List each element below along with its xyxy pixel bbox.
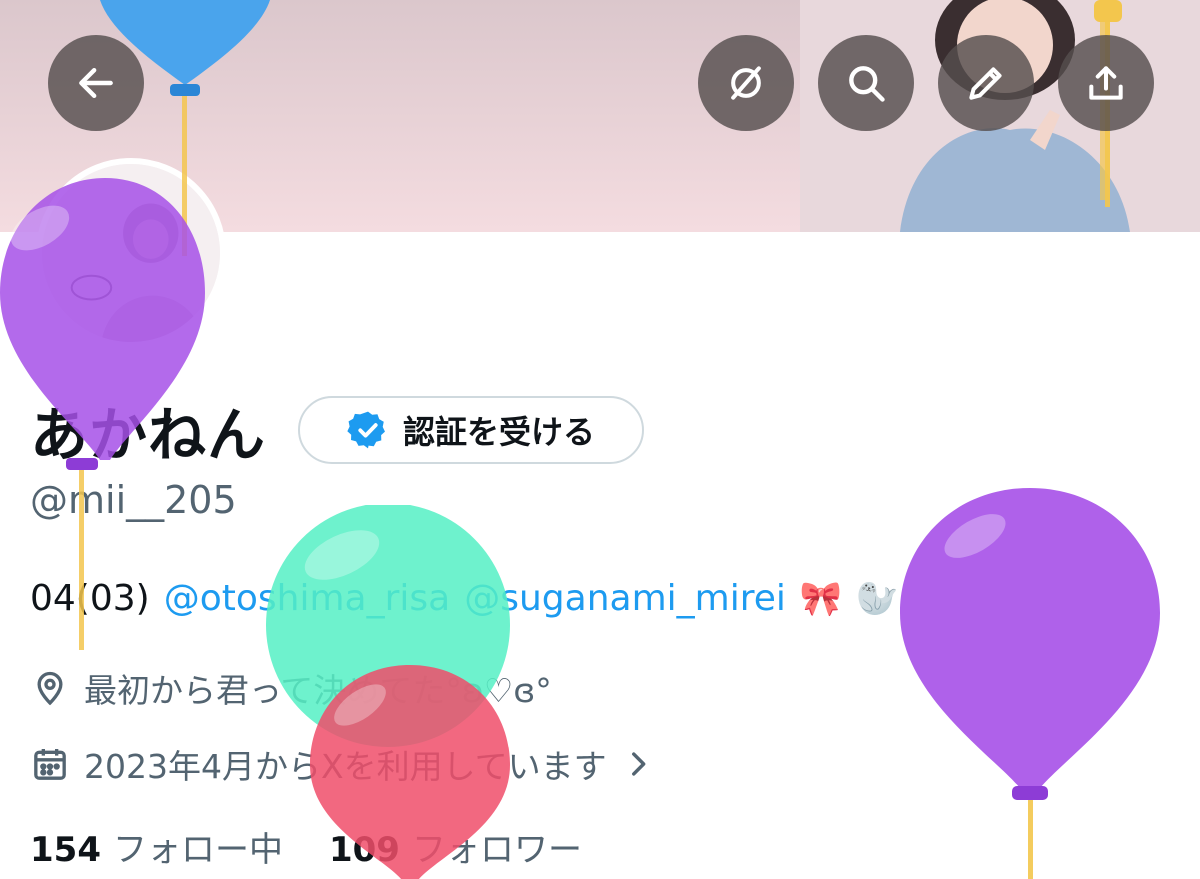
search-button[interactable] xyxy=(818,35,914,131)
share-upload-icon xyxy=(1089,66,1123,100)
green-balloon xyxy=(266,505,510,747)
search-icon xyxy=(849,66,885,102)
calendar-icon xyxy=(34,749,66,780)
location-row: 最初から君って決めてた°ʚ♡ɞ° xyxy=(30,664,552,712)
mention-link-1[interactable]: @otoshima_risa xyxy=(164,578,451,619)
purple-balloon-right xyxy=(900,488,1160,879)
get-verified-label: 認証を受ける xyxy=(402,413,595,451)
profile-bio: 04(03) @otoshima_risa @suganami_mirei 🎀 … xyxy=(30,578,899,619)
user-handle: @mii__205 xyxy=(30,478,237,522)
joined-row[interactable]: 2023年4月からXを利用しています xyxy=(30,740,655,788)
ribbon-emoji: 🎀 xyxy=(799,578,843,619)
follow-stats: 154 フォロー中 109 フォロワー xyxy=(30,822,582,871)
back-button[interactable] xyxy=(48,35,144,131)
avatar-image xyxy=(42,164,220,342)
display-name: あかねん xyxy=(30,401,267,469)
arrow-left-icon xyxy=(79,67,113,99)
joined-text: 2023年4月からXを利用しています xyxy=(84,747,607,786)
location-pin-icon xyxy=(37,671,63,706)
followers-label[interactable]: フォロワー xyxy=(412,822,582,871)
pencil-icon xyxy=(969,67,1002,100)
edit-button[interactable] xyxy=(938,35,1034,131)
share-button[interactable] xyxy=(1058,35,1154,131)
seal-emoji: 🦭 xyxy=(856,578,899,619)
location-text: 最初から君って決めてた°ʚ♡ɞ° xyxy=(84,671,552,710)
following-count[interactable]: 154 xyxy=(30,830,101,870)
circle-slash-icon xyxy=(731,66,761,100)
followers-count[interactable]: 109 xyxy=(329,830,400,870)
verified-badge-icon xyxy=(347,411,385,449)
get-verified-button[interactable]: 認証を受ける xyxy=(298,396,644,464)
following-label[interactable]: フォロー中 xyxy=(113,822,283,871)
bio-prefix: 04(03) xyxy=(30,578,150,619)
avatar[interactable] xyxy=(36,158,226,348)
circle-toggle-button[interactable] xyxy=(698,35,794,131)
chevron-right-icon xyxy=(631,752,645,776)
mention-link-2[interactable]: @suganami_mirei xyxy=(464,578,786,619)
